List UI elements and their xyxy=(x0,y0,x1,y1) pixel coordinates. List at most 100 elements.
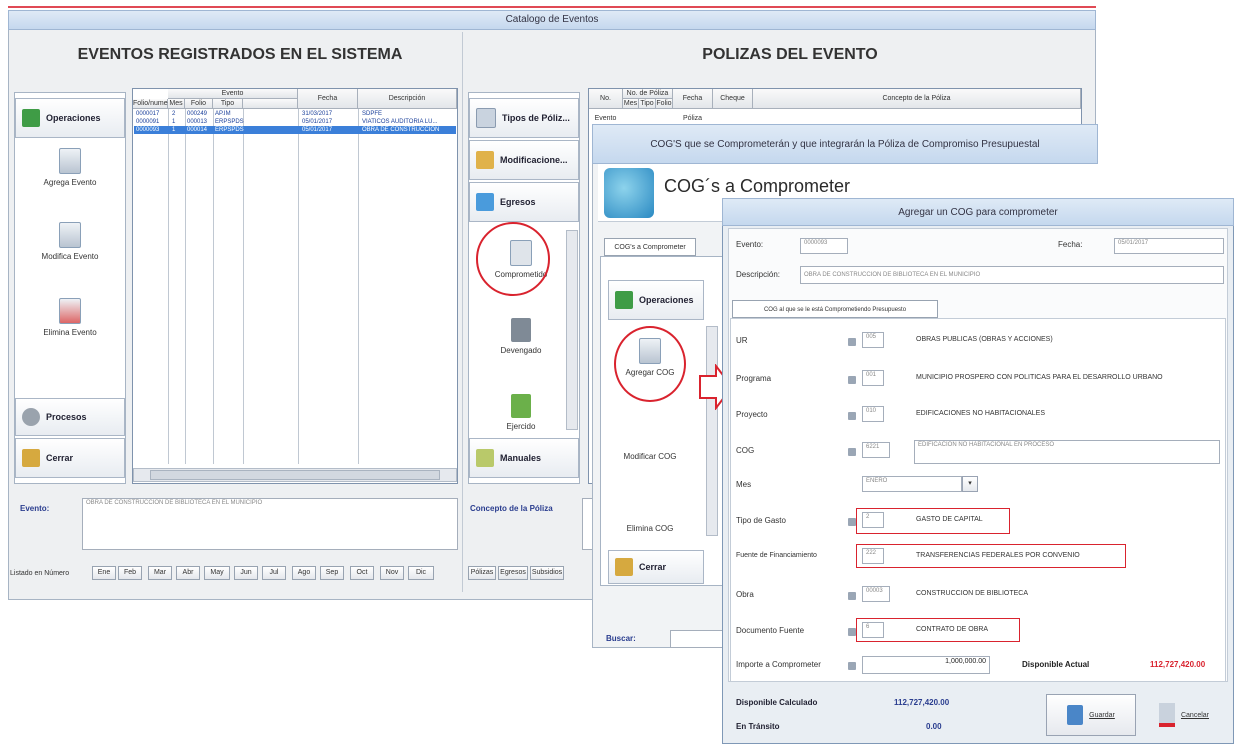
events-grid[interactable] xyxy=(132,88,458,484)
ur-label: UR xyxy=(736,336,748,345)
pol-col-0[interactable]: No. Evento xyxy=(589,89,623,122)
concepto-label: Concepto de la Póliza xyxy=(470,504,553,513)
documento-label: Documento Fuente xyxy=(736,626,805,635)
cog-operaciones-button[interactable]: Operaciones xyxy=(608,280,704,320)
guardar-button[interactable]: Guardar xyxy=(1046,694,1136,736)
month-button[interactable]: Mar xyxy=(148,566,172,580)
calculator-icon[interactable] xyxy=(848,662,856,670)
tab-cog-presupuesto[interactable]: COG al que se le está Comprometiendo Pre… xyxy=(732,300,938,318)
obra-code[interactable]: 00003 xyxy=(862,586,890,602)
evento-text-field[interactable]: OBRA DE CONSTRUCCION DE BIBLIOTECA EN EL… xyxy=(82,498,458,550)
pol-col-3[interactable]: Cheque xyxy=(713,89,753,109)
programa-code[interactable]: 001 xyxy=(862,370,884,386)
cerrar-button[interactable]: Cerrar xyxy=(15,438,125,478)
tab-polizas[interactable]: Pólizas xyxy=(468,566,496,580)
mes-dropdown-button[interactable]: ▾ xyxy=(962,476,978,492)
modificar-cog-button[interactable]: Modificar COG xyxy=(610,424,690,461)
col-header-4[interactable]: Fecha xyxy=(298,89,358,109)
search-icon[interactable] xyxy=(848,376,856,384)
devengado-button[interactable]: Devengado xyxy=(476,318,566,355)
tab-cog-comprometer[interactable]: COG's a Comprometer xyxy=(604,238,696,256)
col-header-0[interactable]: Folio/numero xyxy=(133,99,174,109)
grid-divider xyxy=(185,109,186,464)
documento-code[interactable]: 6 xyxy=(862,622,884,638)
search-icon[interactable] xyxy=(848,628,856,636)
eliminar-cog-button[interactable]: Elimina COG xyxy=(610,496,690,533)
documento-desc: CONTRATO DE OBRA xyxy=(916,626,989,633)
month-button[interactable]: Ago xyxy=(292,566,316,580)
table-row-selected[interactable]: 0000093 1 000014 ERPSPDS 05/01/2017 OBRA… xyxy=(134,126,456,134)
buscar-field[interactable] xyxy=(670,630,726,648)
modificaciones-button[interactable]: Modificacione... xyxy=(469,140,579,180)
scroll-thumb[interactable] xyxy=(150,470,440,480)
network-icon xyxy=(604,168,654,218)
pol-sub-0[interactable]: Mes xyxy=(623,99,639,109)
ejercido-button[interactable]: Ejercido xyxy=(476,394,566,431)
exit-icon xyxy=(22,449,40,467)
month-button[interactable]: Jul xyxy=(262,566,286,580)
month-button[interactable]: Ene xyxy=(92,566,116,580)
descripcion-label: Descripción: xyxy=(736,270,781,279)
month-button[interactable]: Sep xyxy=(320,566,344,580)
search-icon[interactable] xyxy=(848,412,856,420)
importe-input[interactable]: 1,000,000.00 xyxy=(862,656,990,674)
tab-egresos[interactable]: Egresos xyxy=(498,566,528,580)
fuente-label: Fuente de Financiamiento xyxy=(736,552,817,559)
search-icon[interactable] xyxy=(848,338,856,346)
pol-sub-1[interactable]: Tipo xyxy=(639,99,656,109)
proyecto-code[interactable]: 010 xyxy=(862,406,884,422)
table-row[interactable]: 0000017 2 000249 AP.IM 31/03/2017 SDPFE xyxy=(134,110,456,118)
ur-code[interactable]: 005 xyxy=(862,332,884,348)
manuales-button[interactable]: Manuales xyxy=(469,438,579,478)
search-icon[interactable] xyxy=(848,448,856,456)
col-header-5[interactable]: Descripción xyxy=(358,89,457,109)
polizas-nav-scrollbar[interactable] xyxy=(566,230,578,430)
tipos-poliza-button[interactable]: Tipos de Póliz... xyxy=(469,98,579,138)
tipo-gasto-desc: GASTO DE CAPITAL xyxy=(916,516,983,523)
tipo-gasto-code[interactable]: 2 xyxy=(862,512,884,528)
col-header-3[interactable]: Tipo xyxy=(213,99,243,109)
elimina-evento-button[interactable]: Elimina Evento xyxy=(20,298,120,337)
top-accent-line xyxy=(8,6,1096,8)
month-button[interactable]: Feb xyxy=(118,566,142,580)
pol-sub-2[interactable]: Folio xyxy=(656,99,673,109)
month-button[interactable]: Abr xyxy=(176,566,200,580)
pol-col-1[interactable]: No. de Póliza xyxy=(623,89,673,99)
modifica-evento-button[interactable]: Modifica Evento xyxy=(20,222,120,261)
fecha-input[interactable]: 05/01/2017 xyxy=(1114,238,1224,254)
col-header-1[interactable]: Mes xyxy=(168,99,185,109)
en-transito-label: En Tránsito xyxy=(736,722,780,731)
descripcion-input[interactable]: OBRA DE CONSTRUCCION DE BIBLIOTECA EN EL… xyxy=(800,266,1224,284)
month-button[interactable]: Dic xyxy=(408,566,434,580)
operaciones-button[interactable]: Operaciones xyxy=(15,98,125,138)
obra-label: Obra xyxy=(736,590,754,599)
cog-code[interactable]: 6221 xyxy=(862,442,890,458)
cog-nav-scrollbar[interactable] xyxy=(706,326,718,536)
mes-select[interactable]: ENERO xyxy=(862,476,962,492)
fuente-code[interactable]: 222 xyxy=(862,548,884,564)
search-icon[interactable] xyxy=(848,518,856,526)
tab-subsidios[interactable]: Subsidios xyxy=(530,566,564,580)
cancelar-button[interactable]: Cancelar xyxy=(1140,694,1228,736)
procesos-button[interactable]: Procesos xyxy=(15,398,125,436)
disponible-actual-label: Disponible Actual xyxy=(1022,660,1090,669)
month-button[interactable]: May xyxy=(204,566,230,580)
evento-label: Evento: xyxy=(736,240,764,249)
cog-cerrar-button[interactable]: Cerrar xyxy=(608,550,704,584)
mes-label: Mes xyxy=(736,480,752,489)
evento-input[interactable]: 0000093 xyxy=(800,238,848,254)
month-button[interactable]: Oct xyxy=(350,566,374,580)
egresos-button[interactable]: Egresos xyxy=(469,182,579,222)
agrega-evento-button[interactable]: Agrega Evento xyxy=(20,148,120,187)
programa-label: Programa xyxy=(736,374,772,383)
col-header-2[interactable]: Folio xyxy=(185,99,213,109)
grid-divider xyxy=(168,109,169,464)
pol-col-2[interactable]: Fecha Póliza xyxy=(673,89,713,122)
month-button[interactable]: Nov xyxy=(380,566,404,580)
proyecto-label: Proyecto xyxy=(736,410,768,419)
search-icon[interactable] xyxy=(848,592,856,600)
grid-divider xyxy=(358,109,359,464)
table-row[interactable]: 0000091 1 000013 ERPSPDS 05/01/2017 VIAT… xyxy=(134,118,456,126)
month-button[interactable]: Jun xyxy=(234,566,258,580)
pol-col-4[interactable]: Concepto de la Póliza xyxy=(753,89,1081,109)
